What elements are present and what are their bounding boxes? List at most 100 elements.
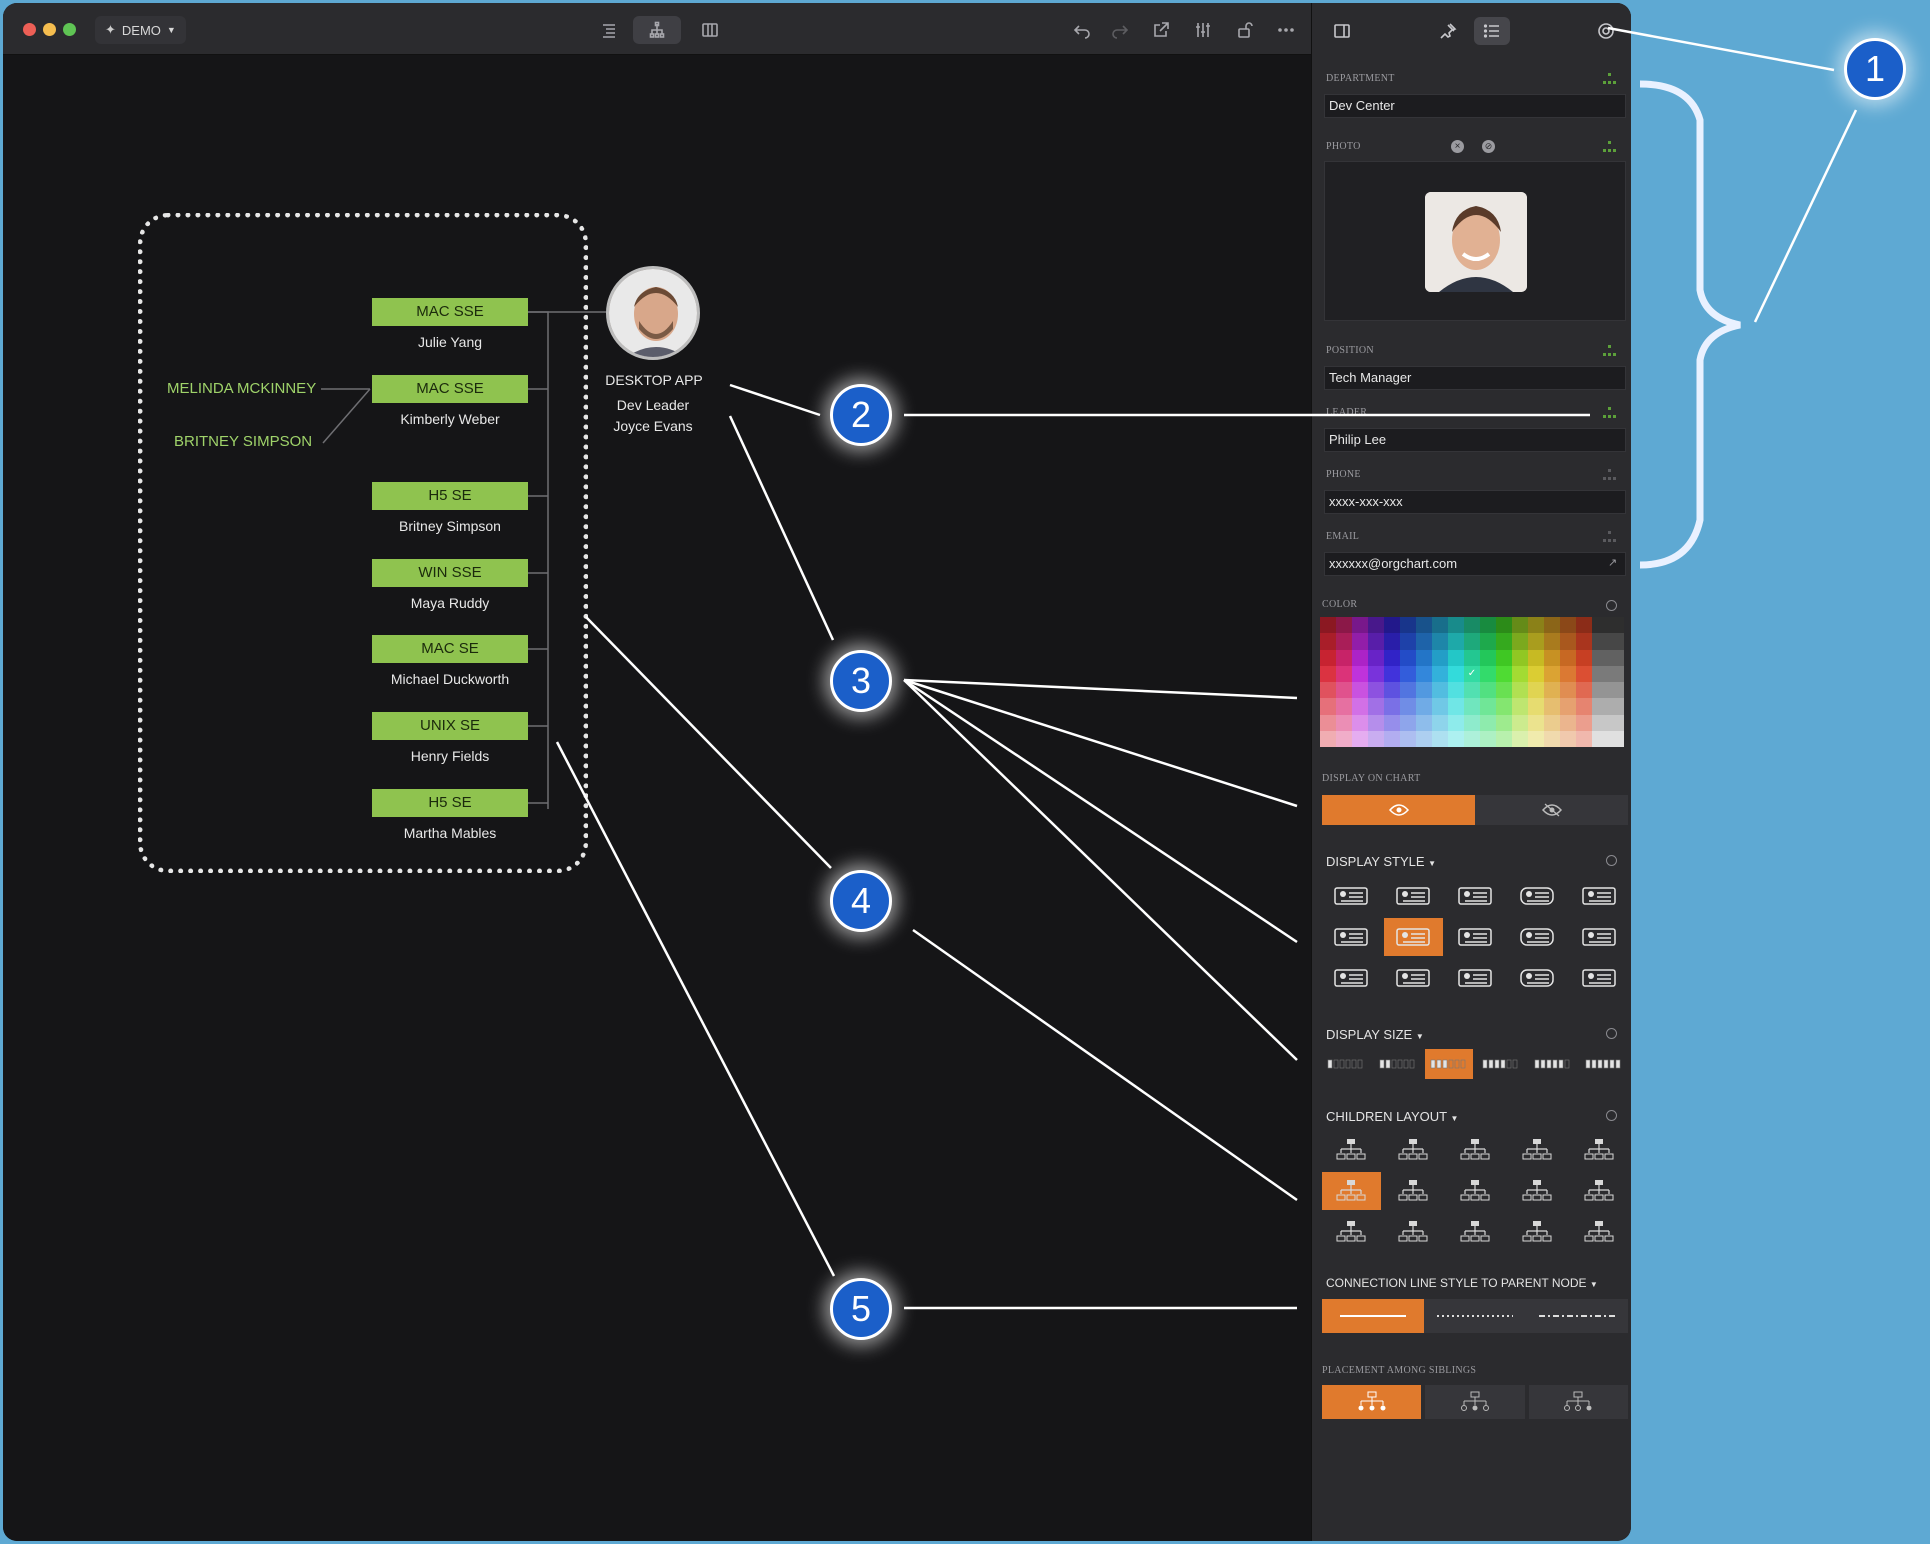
color-swatch[interactable]	[1448, 649, 1464, 666]
color-swatch[interactable]	[1592, 617, 1608, 634]
hierarchy-icon[interactable]	[1603, 73, 1617, 85]
color-swatch[interactable]	[1576, 617, 1592, 634]
color-swatch[interactable]	[1528, 665, 1544, 682]
color-swatch[interactable]	[1464, 698, 1480, 715]
color-swatch[interactable]	[1352, 730, 1368, 747]
org-node[interactable]: UNIX SE Henry Fields	[372, 712, 528, 764]
color-swatch[interactable]	[1368, 730, 1384, 747]
color-swatch[interactable]	[1560, 714, 1576, 731]
open-link-icon[interactable]: ↗	[1608, 556, 1617, 569]
color-swatch[interactable]	[1416, 665, 1432, 682]
color-swatch[interactable]	[1384, 617, 1400, 634]
assistant-node[interactable]: BRITNEY SIMPSON	[174, 433, 312, 450]
color-swatch[interactable]	[1528, 633, 1544, 650]
display-style-title[interactable]: DISPLAY STYLE ▼	[1326, 854, 1436, 869]
color-swatch[interactable]	[1608, 698, 1624, 715]
leader-field[interactable]: Philip Lee	[1324, 428, 1626, 452]
display-size-option[interactable]	[1529, 1049, 1577, 1079]
color-swatch[interactable]	[1432, 682, 1448, 699]
color-palette[interactable]: ✓	[1320, 617, 1624, 747]
display-style-option[interactable]	[1384, 959, 1443, 997]
color-swatch[interactable]	[1464, 617, 1480, 634]
info-icon[interactable]	[1606, 1110, 1617, 1121]
color-swatch[interactable]	[1368, 633, 1384, 650]
info-icon[interactable]	[1606, 600, 1617, 611]
color-swatch[interactable]	[1496, 698, 1512, 715]
color-swatch[interactable]	[1320, 698, 1336, 715]
color-swatch[interactable]	[1352, 682, 1368, 699]
color-swatch[interactable]	[1368, 698, 1384, 715]
close-window-button[interactable]	[23, 23, 36, 36]
color-swatch[interactable]	[1480, 682, 1496, 699]
color-swatch[interactable]	[1400, 633, 1416, 650]
share-button[interactable]	[1146, 16, 1176, 44]
assistant-node[interactable]: MELINDA MCKINNEY	[167, 380, 316, 397]
color-swatch[interactable]	[1560, 617, 1576, 634]
color-swatch[interactable]	[1496, 730, 1512, 747]
color-swatch[interactable]	[1512, 649, 1528, 666]
color-swatch[interactable]	[1592, 730, 1608, 747]
color-swatch[interactable]	[1416, 617, 1432, 634]
display-style-option[interactable]	[1322, 918, 1381, 956]
redo-button[interactable]	[1105, 16, 1135, 44]
display-style-option[interactable]	[1446, 959, 1505, 997]
color-swatch[interactable]	[1576, 633, 1592, 650]
children-layout-option[interactable]	[1507, 1131, 1566, 1169]
color-swatch[interactable]	[1496, 714, 1512, 731]
adjust-button[interactable]	[1188, 16, 1218, 44]
children-layout-option[interactable]	[1384, 1213, 1443, 1251]
color-swatch[interactable]	[1432, 633, 1448, 650]
color-swatch[interactable]	[1480, 698, 1496, 715]
color-swatch[interactable]	[1448, 617, 1464, 634]
color-swatch[interactable]	[1512, 698, 1528, 715]
outline-view-button[interactable]	[594, 16, 624, 44]
chart-view-button[interactable]	[633, 16, 681, 44]
color-swatch[interactable]	[1544, 649, 1560, 666]
color-swatch[interactable]	[1384, 665, 1400, 682]
color-swatch[interactable]	[1480, 649, 1496, 666]
color-swatch[interactable]	[1512, 730, 1528, 747]
color-swatch[interactable]	[1368, 649, 1384, 666]
display-style-option[interactable]	[1322, 877, 1381, 915]
color-swatch[interactable]	[1400, 714, 1416, 731]
color-swatch[interactable]	[1608, 633, 1624, 650]
email-field[interactable]: xxxxxx@orgchart.com	[1324, 552, 1626, 576]
children-layout-option[interactable]	[1507, 1213, 1566, 1251]
color-swatch[interactable]	[1592, 633, 1608, 650]
color-swatch[interactable]	[1544, 730, 1560, 747]
color-swatch[interactable]	[1528, 714, 1544, 731]
children-layout-option[interactable]	[1322, 1131, 1381, 1169]
color-swatch[interactable]	[1352, 714, 1368, 731]
color-swatch[interactable]	[1352, 698, 1368, 715]
toggle-sidebar-button[interactable]	[1324, 17, 1360, 45]
display-style-option[interactable]	[1507, 877, 1566, 915]
color-swatch[interactable]	[1352, 617, 1368, 634]
color-swatch[interactable]	[1432, 617, 1448, 634]
color-swatch[interactable]	[1400, 730, 1416, 747]
children-layout-option[interactable]	[1446, 1172, 1505, 1210]
color-swatch[interactable]	[1336, 665, 1352, 682]
reset-photo-icon[interactable]: ⊘	[1482, 140, 1495, 153]
org-node[interactable]: H5 SE Martha Mables	[372, 789, 528, 841]
display-style-option[interactable]	[1507, 918, 1566, 956]
color-swatch[interactable]	[1448, 682, 1464, 699]
color-swatch[interactable]	[1448, 698, 1464, 715]
color-swatch[interactable]	[1320, 617, 1336, 634]
display-size-option[interactable]	[1580, 1049, 1628, 1079]
org-node[interactable]: WIN SSE Maya Ruddy	[372, 559, 528, 611]
color-swatch[interactable]	[1432, 730, 1448, 747]
color-swatch[interactable]	[1320, 649, 1336, 666]
color-swatch[interactable]	[1544, 682, 1560, 699]
color-swatch[interactable]	[1544, 714, 1560, 731]
color-swatch[interactable]	[1416, 649, 1432, 666]
children-layout-option[interactable]	[1569, 1213, 1628, 1251]
color-swatch[interactable]	[1480, 714, 1496, 731]
color-swatch[interactable]	[1368, 665, 1384, 682]
color-swatch[interactable]	[1400, 698, 1416, 715]
color-swatch[interactable]	[1384, 714, 1400, 731]
display-size-option[interactable]	[1322, 1049, 1370, 1079]
display-style-option[interactable]	[1383, 918, 1443, 956]
color-swatch[interactable]	[1352, 633, 1368, 650]
display-style-option[interactable]	[1384, 877, 1443, 915]
children-layout-option[interactable]	[1322, 1213, 1381, 1251]
